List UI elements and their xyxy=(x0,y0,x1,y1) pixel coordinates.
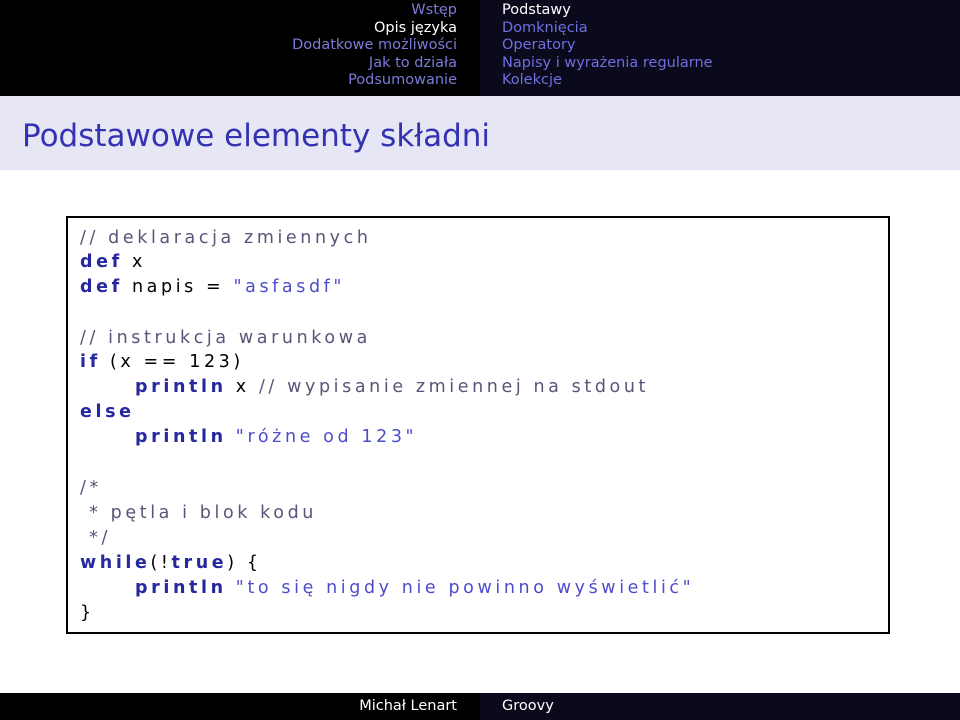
code-line-9: /* xyxy=(80,476,102,500)
nav-section-jak-to-dziala[interactable]: Jak to działa xyxy=(0,55,470,73)
subsection-navigation: Podstawy Domknięcia Operatory Napisy i w… xyxy=(480,0,960,98)
code-string: "różne od 123" xyxy=(226,427,418,447)
code-text: napis = xyxy=(122,277,234,297)
code-line-3: def napis = "asfasdf" xyxy=(80,275,345,299)
nav-subsection-domkniecia[interactable]: Domknięcia xyxy=(480,20,960,38)
code-comment: */ xyxy=(80,528,112,548)
code-line-11: */ xyxy=(80,526,111,550)
footer-bar: Michał Lenart Groovy xyxy=(0,693,960,720)
code-text: (x == 123) xyxy=(100,352,244,372)
top-navigation-bar: Wstęp Opis języka Dodatkowe możliwości J… xyxy=(0,0,960,98)
footer-author: Michał Lenart xyxy=(359,698,457,714)
code-keyword: true xyxy=(171,553,228,573)
code-line-4: // instrukcja warunkowa xyxy=(80,326,371,350)
code-keyword: println xyxy=(135,377,227,397)
code-keyword: else xyxy=(80,402,135,422)
code-keyword: while xyxy=(80,553,151,573)
nav-subsection-operatory[interactable]: Operatory xyxy=(480,37,960,55)
code-string: "asfasdf" xyxy=(233,277,346,297)
code-comment: // wypisanie zmiennej na stdout xyxy=(258,377,650,397)
code-line-8: println "różne od 123" xyxy=(135,425,417,449)
code-listing: // deklaracja zmiennych def x def napis … xyxy=(66,216,890,634)
code-string: "to się nigdy nie powinno wyświetlić" xyxy=(226,578,695,598)
code-comment: * pętla i blok kodu xyxy=(80,503,317,523)
code-line-14: } xyxy=(80,601,95,625)
nav-section-opis-jezyka[interactable]: Opis języka xyxy=(0,20,470,38)
nav-section-wstep[interactable]: Wstęp xyxy=(0,2,470,20)
code-keyword: if xyxy=(80,352,101,372)
code-line-5: if (x == 123) xyxy=(80,350,244,374)
code-line-6: println x // wypisanie zmiennej na stdou… xyxy=(135,375,649,399)
code-text: x xyxy=(226,377,259,397)
code-comment: // instrukcja warunkowa xyxy=(80,328,371,348)
section-navigation: Wstęp Opis języka Dodatkowe możliwości J… xyxy=(0,0,470,98)
nav-section-podsumowanie[interactable]: Podsumowanie xyxy=(0,72,470,90)
nav-section-dodatkowe-mozliwosci[interactable]: Dodatkowe możliwości xyxy=(0,37,470,55)
code-keyword: def xyxy=(80,252,123,272)
code-comment: // deklaracja zmiennych xyxy=(80,228,372,248)
nav-subsection-podstawy[interactable]: Podstawy xyxy=(480,2,960,20)
code-line-10: * pętla i blok kodu xyxy=(80,501,317,525)
code-keyword: println xyxy=(135,578,227,598)
code-text: ) { xyxy=(227,553,262,573)
code-text: } xyxy=(80,603,95,623)
code-comment: /* xyxy=(80,478,102,498)
code-keyword: println xyxy=(135,427,227,447)
code-text: (! xyxy=(150,553,172,573)
nav-subsection-napisy[interactable]: Napisy i wyrażenia regularne xyxy=(480,55,960,73)
code-text: x xyxy=(122,252,146,272)
nav-subsection-kolekcje[interactable]: Kolekcje xyxy=(480,72,960,90)
footer-title: Groovy xyxy=(480,693,960,720)
code-line-12: while(!true) { xyxy=(80,551,262,575)
code-line-13: println "to się nigdy nie powinno wyświe… xyxy=(135,576,694,600)
code-line-7: else xyxy=(80,400,135,424)
frame-title: Podstawowe elementy składni xyxy=(22,118,491,154)
code-line-2: def x xyxy=(80,250,146,274)
code-line-1: // deklaracja zmiennych xyxy=(80,226,372,250)
code-keyword: def xyxy=(80,277,123,297)
